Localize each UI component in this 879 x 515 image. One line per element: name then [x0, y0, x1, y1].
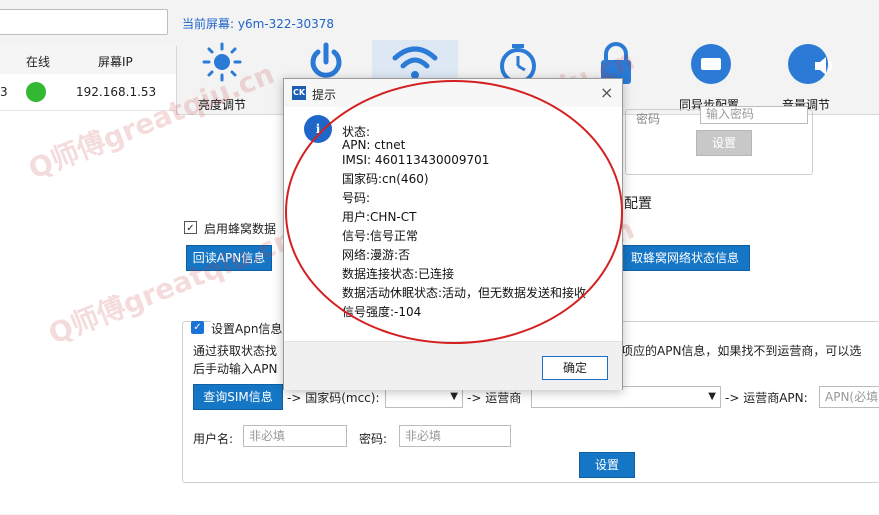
enable-cellular-checkbox[interactable]: ✓: [184, 221, 197, 234]
user-label: 用户名:: [193, 432, 234, 446]
sync-icon: [691, 44, 731, 84]
operator-label: -> 运营商: [467, 391, 522, 405]
tool-sync-config[interactable]: 同异步配置: [673, 40, 745, 112]
apn-input[interactable]: APN(必填: [819, 386, 879, 408]
device-ip: 192.168.1.53: [76, 85, 157, 99]
chevron-down-icon: ▼: [708, 391, 716, 402]
annotation-ellipse: [285, 80, 623, 344]
column-online: 在线: [26, 55, 51, 69]
set-apn-checkbox[interactable]: ✓: [191, 321, 204, 334]
password-label: 密码:: [359, 432, 388, 446]
ok-button[interactable]: 确定: [542, 356, 608, 380]
set-apn-label: 设置Apn信息: [211, 320, 287, 337]
username-input[interactable]: 非必填: [243, 425, 347, 447]
set-apn-button[interactable]: 设置: [579, 452, 635, 478]
operator-apn-label: -> 运营商APN:: [725, 391, 808, 405]
device-table-header: 在线 屏幕IP: [0, 46, 176, 75]
wifi-password-input[interactable]: 输入密码: [700, 106, 808, 124]
mcc-label: -> 国家码(mcc):: [287, 391, 380, 405]
column-screen-ip: 屏幕IP: [98, 55, 133, 69]
apn-desc-line-1: 通过获取状态找: [193, 344, 278, 358]
apn-desc-line-2: 后手动输入APN: [193, 362, 278, 376]
device-search-input[interactable]: [0, 9, 168, 35]
set-wifi-button[interactable]: 设置: [696, 130, 752, 156]
device-id-fragment: 3: [0, 85, 8, 99]
tool-volume[interactable]: 音量调节: [770, 40, 842, 112]
get-cellular-status-button[interactable]: 取蜂窝网络状态信息: [620, 245, 750, 271]
volume-icon: [788, 44, 832, 84]
dialog-footer: 确定: [284, 341, 622, 390]
wifi-password-group: 密码 输入密码 设置: [625, 106, 813, 175]
pwd-label: 密码: [636, 112, 661, 126]
online-status-icon: [26, 82, 46, 102]
query-sim-button[interactable]: 查询SIM信息: [193, 384, 283, 410]
password-input[interactable]: 非必填: [399, 425, 511, 447]
current-screen-label: 当前屏幕: y6m-322-30378: [182, 17, 335, 31]
apn-desc-right: 项应的APN信息，如果找不到运营商，可以选: [621, 344, 862, 358]
chevron-down-icon: ▼: [450, 391, 458, 402]
